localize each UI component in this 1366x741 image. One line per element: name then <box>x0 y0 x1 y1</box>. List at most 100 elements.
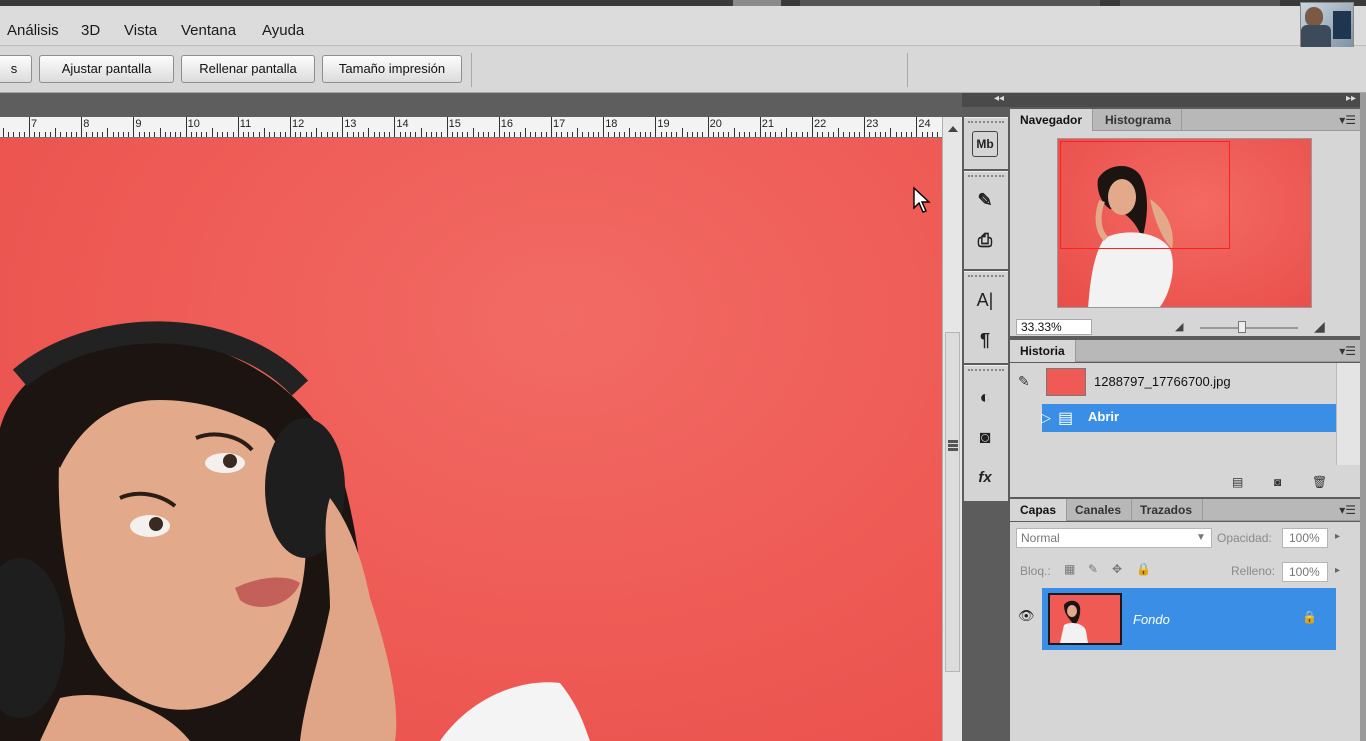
panel-menu-icon[interactable]: ▾☰ <box>1339 344 1356 358</box>
zoom-in-icon[interactable]: ◢ <box>1314 318 1325 335</box>
paragraph-icon[interactable]: ¶ <box>972 327 998 353</box>
history-brush-source-icon[interactable]: ✎ <box>1018 373 1030 390</box>
ruler-minor-tick <box>650 132 652 137</box>
ruler-minor-tick <box>556 132 558 137</box>
tab-navegador[interactable]: Navegador <box>1010 109 1094 131</box>
ruler-major-tick <box>185 117 187 137</box>
new-document-from-state-icon[interactable]: ▤ <box>1232 475 1243 489</box>
vertical-scrollbar[interactable]: ▬ ▬ ▬ <box>942 117 962 741</box>
zoom-slider-knob[interactable] <box>1238 321 1246 333</box>
ruler-minor-tick <box>164 132 166 137</box>
panel-menu-icon[interactable]: ▾☰ <box>1339 113 1356 127</box>
scroll-grip-icon: ▬ ▬ ▬ <box>948 435 958 454</box>
lock-position-icon[interactable]: ✥ <box>1112 562 1122 576</box>
ruler-minor-tick <box>571 132 573 137</box>
document-canvas[interactable] <box>0 138 942 741</box>
chevron-down-icon[interactable]: ▼ <box>1196 532 1206 543</box>
ruler-label: 19 <box>657 118 670 130</box>
layer-row-fondo[interactable]: 👁 Fondo 🔒 <box>1010 588 1360 650</box>
ruler-minor-tick <box>629 128 631 137</box>
opacity-arrow-icon[interactable]: ▸ <box>1335 531 1340 542</box>
lock-image-icon[interactable]: ✎ <box>1088 562 1098 576</box>
opacity-input[interactable]: 100% <box>1282 528 1328 548</box>
adjustments-icon[interactable]: ◐ <box>972 384 998 410</box>
zoom-slider[interactable] <box>1200 327 1298 329</box>
panel-menu-icon[interactable]: ▾☰ <box>1339 503 1356 517</box>
print-size-button[interactable]: Tamaño impresión <box>322 55 462 83</box>
ruler-minor-tick <box>827 132 829 137</box>
ruler-minor-tick <box>754 132 756 137</box>
history-tabs: Historia ▾☰ <box>1010 340 1360 362</box>
scroll-up-icon[interactable] <box>948 126 958 132</box>
ruler-minor-tick <box>373 132 375 137</box>
ruler-minor-tick <box>316 128 318 137</box>
navigator-view-box[interactable] <box>1060 141 1230 249</box>
partial-option-button[interactable]: s <box>0 55 32 83</box>
fill-arrow-icon[interactable]: ▸ <box>1335 565 1340 576</box>
ruler-minor-tick <box>921 132 923 137</box>
ruler-label: 18 <box>605 118 618 130</box>
new-snapshot-icon[interactable]: ◙ <box>1274 475 1281 489</box>
collapse-right-icon[interactable]: ▸▸ <box>1346 93 1356 104</box>
fit-screen-button[interactable]: Ajustar pantalla <box>39 55 174 83</box>
ruler-minor-tick <box>378 132 380 137</box>
ruler-minor-tick <box>383 132 385 137</box>
ruler-minor-tick <box>60 132 62 137</box>
history-snapshot-row[interactable]: ✎ 1288797_17766700.jpg <box>1010 365 1336 399</box>
brush-presets-icon[interactable]: ✎ <box>972 187 998 213</box>
styles-fx-icon[interactable]: fx <box>972 465 998 491</box>
ruler-minor-tick <box>248 132 250 137</box>
ruler-minor-tick <box>70 132 72 137</box>
ruler-minor-tick <box>91 132 93 137</box>
ruler-minor-tick <box>331 132 333 137</box>
ruler-major-tick <box>81 117 83 137</box>
menu-3d[interactable]: 3D <box>81 22 100 39</box>
trash-icon[interactable]: 🗑 <box>1312 475 1327 489</box>
ruler-minor-tick <box>535 132 537 137</box>
fill-screen-button[interactable]: Rellenar pantalla <box>181 55 315 83</box>
photo-woman-headphones <box>0 321 590 741</box>
ruler-minor-tick <box>712 132 714 137</box>
character-icon[interactable]: A| <box>972 287 998 313</box>
history-scrollbar[interactable] <box>1336 363 1360 465</box>
zoom-out-icon[interactable]: ◢ <box>1175 320 1183 333</box>
ruler-minor-tick <box>326 132 328 137</box>
tab-histograma[interactable]: Histograma <box>1095 109 1183 131</box>
tab-historia[interactable]: Historia <box>1010 340 1076 362</box>
ruler-minor-tick <box>686 132 688 137</box>
ruler-minor-tick <box>671 132 673 137</box>
ruler-label: 15 <box>448 118 461 130</box>
scroll-thumb[interactable] <box>945 332 960 672</box>
menu-vista[interactable]: Vista <box>124 22 157 39</box>
menu-analisis[interactable]: Análisis <box>7 22 59 39</box>
menu-ayuda[interactable]: Ayuda <box>262 22 304 39</box>
tab-canales[interactable]: Canales <box>1065 499 1133 521</box>
menu-ventana[interactable]: Ventana <box>181 22 236 39</box>
navigator-thumbnail[interactable] <box>1057 138 1312 308</box>
history-state-row[interactable]: ▷ ▤ Abrir <box>1041 404 1336 432</box>
ruler-minor-tick <box>530 132 532 137</box>
ruler-minor-tick <box>65 132 67 137</box>
clone-source-icon[interactable]: ⎙ <box>972 227 998 253</box>
lock-transparent-icon[interactable]: ▦ <box>1064 562 1075 576</box>
collapse-left-icon[interactable]: ◂◂ <box>994 93 1004 104</box>
mini-bridge-icon[interactable]: Mb <box>972 131 998 157</box>
ruler-minor-tick <box>869 132 871 137</box>
lock-all-icon[interactable]: 🔒 <box>1136 562 1151 576</box>
layer-thumbnail <box>1048 593 1122 645</box>
ruler-minor-tick <box>848 132 850 137</box>
ruler-minor-tick <box>410 132 412 137</box>
ruler-minor-tick <box>117 132 119 137</box>
eye-icon[interactable]: 👁 <box>1018 608 1035 624</box>
ruler-minor-tick <box>457 132 459 137</box>
blend-mode-select[interactable]: Normal <box>1016 528 1212 548</box>
ruler-minor-tick <box>169 132 171 137</box>
zoom-input[interactable]: 33.33% <box>1016 319 1092 335</box>
ruler-minor-tick <box>201 132 203 137</box>
ruler-minor-tick <box>263 128 265 137</box>
tab-trazados[interactable]: Trazados <box>1130 499 1204 521</box>
ruler-minor-tick <box>112 132 114 137</box>
tab-capas[interactable]: Capas <box>1010 499 1068 521</box>
masks-icon[interactable]: ◙ <box>972 424 998 450</box>
fill-input[interactable]: 100% <box>1282 562 1328 582</box>
